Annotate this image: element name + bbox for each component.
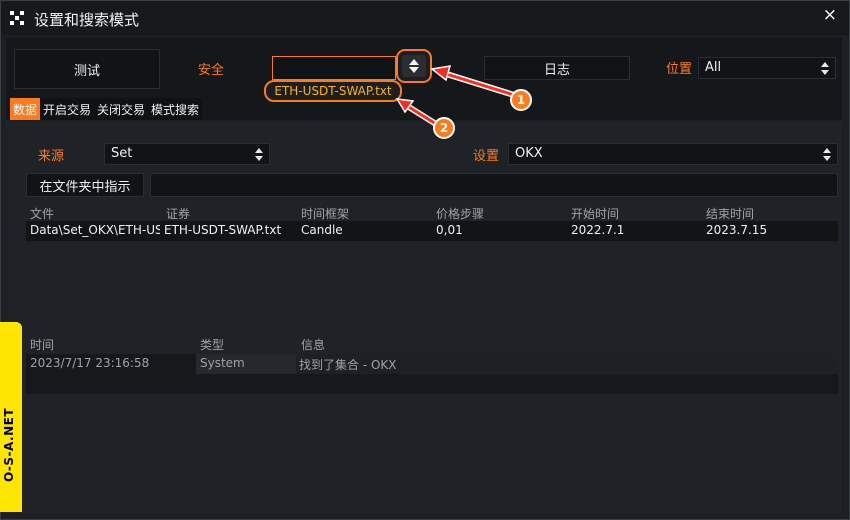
spin-arrows-icon xyxy=(253,146,265,162)
settings-label: 设置 xyxy=(473,149,500,164)
app-logo-icon xyxy=(10,11,24,25)
spin-arrows-icon xyxy=(821,146,833,162)
step-badge: 2 xyxy=(433,117,455,139)
column-header[interactable]: 信息 xyxy=(301,336,325,353)
tab-pattern-search[interactable]: 模式搜索 xyxy=(148,98,203,120)
security-label: 安全 xyxy=(198,63,225,78)
show-in-folder-button[interactable]: 在文件夹中指示 xyxy=(26,173,144,197)
table-cell: 0,01 xyxy=(436,223,463,237)
position-label: 位置 xyxy=(666,62,693,77)
log-cell: System xyxy=(200,356,245,370)
position-select[interactable]: All xyxy=(698,57,836,79)
column-header[interactable]: 价格步骤 xyxy=(436,205,484,222)
tab-bar: 数据 开启交易 关闭交易 模式搜索 xyxy=(10,98,203,120)
column-header[interactable]: 时间 xyxy=(30,336,54,353)
settings-select[interactable]: OKX xyxy=(508,143,838,165)
tab-data[interactable]: 数据 xyxy=(10,98,41,120)
spin-arrows-icon xyxy=(402,55,426,77)
column-header[interactable]: 证券 xyxy=(166,205,190,222)
log-cell: 2023/7/17 23:16:58 xyxy=(30,356,150,370)
tab-open-trades[interactable]: 开启交易 xyxy=(40,98,95,120)
watermark-tab: O-S-A.NET xyxy=(0,322,22,512)
table-cell: 2023.7.15 xyxy=(706,223,768,237)
window-title: 设置和搜索模式 xyxy=(34,11,140,29)
column-header[interactable]: 开始时间 xyxy=(571,205,619,222)
column-header[interactable]: 结束时间 xyxy=(706,205,754,222)
tab-closed-trades[interactable]: 关闭交易 xyxy=(94,98,149,120)
title-bar: 设置和搜索模式 × xyxy=(1,1,849,35)
security-spin-button[interactable] xyxy=(396,49,432,83)
close-icon[interactable]: × xyxy=(823,5,837,25)
source-label: 来源 xyxy=(38,149,65,164)
security-option[interactable]: ETH-USDT-SWAP.txt xyxy=(264,80,402,102)
column-header[interactable]: 类型 xyxy=(200,336,224,353)
source-value: Set xyxy=(111,146,133,161)
log-row[interactable]: 2023/7/17 23:16:58 System 找到了集合 - OKX xyxy=(26,354,838,374)
step-badge: 1 xyxy=(510,89,532,111)
log-table-header: 时间 类型 信息 xyxy=(26,336,838,352)
log-cell: 找到了集合 - OKX xyxy=(299,358,397,372)
table-cell: Candle xyxy=(301,223,343,237)
watermark-text: O-S-A.NET xyxy=(2,407,16,482)
table-cell: ETH-USDT-SWAP.txt xyxy=(164,223,282,237)
table-row[interactable]: Data\Set_OKX\ETH-US ETH-USDT-SWAP.txt Ca… xyxy=(26,221,838,241)
table-cell: 2022.7.1 xyxy=(571,223,625,237)
position-value: All xyxy=(705,60,722,75)
security-input[interactable] xyxy=(272,56,396,80)
folder-path-input[interactable] xyxy=(150,173,838,197)
column-header[interactable]: 时间框架 xyxy=(301,205,349,222)
settings-value: OKX xyxy=(515,146,543,161)
spin-arrows-icon xyxy=(819,60,831,76)
column-header[interactable]: 文件 xyxy=(30,205,54,222)
data-table-header: 文件 证券 时间框架 价格步骤 开始时间 结束时间 xyxy=(26,205,838,221)
source-select[interactable]: Set xyxy=(104,143,270,165)
table-cell: Data\Set_OKX\ETH-US xyxy=(30,223,160,237)
log-button[interactable]: 日志 xyxy=(484,56,630,80)
test-button[interactable]: 测试 xyxy=(14,49,160,89)
